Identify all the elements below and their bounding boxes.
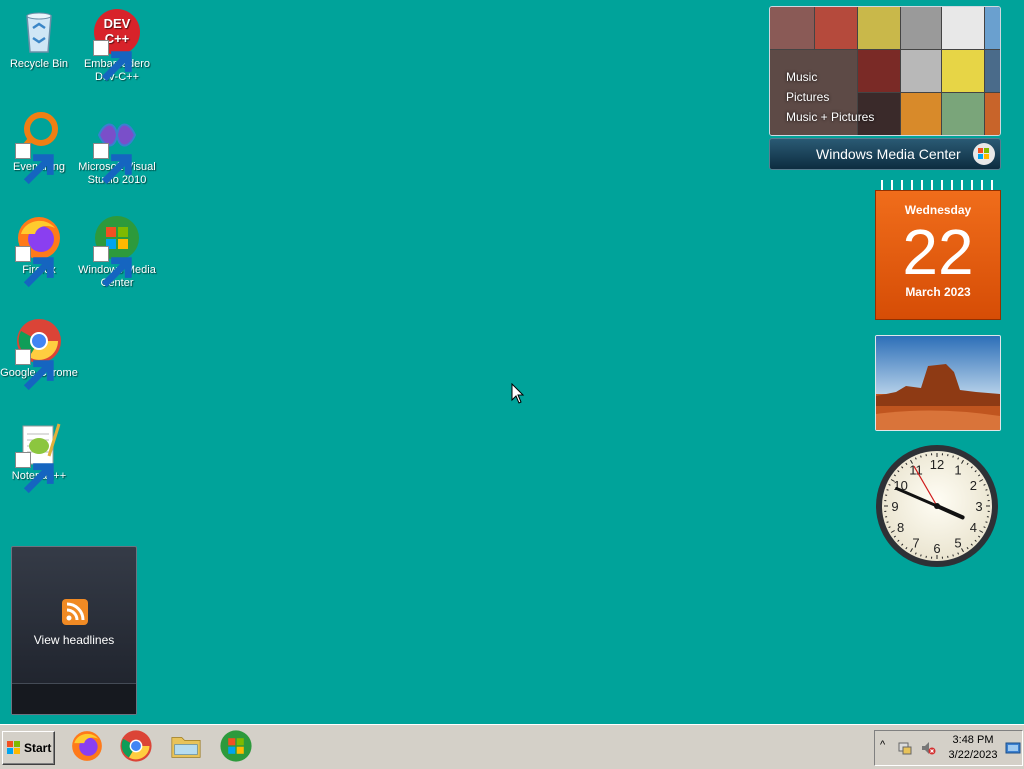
clock-numeral: 7 [912,535,919,550]
desktop-icon-firefox[interactable]: Firefox [0,214,78,277]
clock-numeral: 1 [954,463,961,478]
media-center-title-bar[interactable]: Windows Media Center [769,138,1001,170]
clock-numeral: 5 [954,535,961,550]
network-icon[interactable] [897,740,913,756]
devcpp-icon: DEVC++ [93,8,141,56]
desktop-icon-notepadpp[interactable]: Notepad++ [0,420,78,483]
taskbar-file-explorer-button[interactable] [169,729,205,765]
desktop-icon-recycle-bin[interactable]: Recycle Bin [0,8,78,71]
show-hidden-icons-chevron-icon[interactable]: ^ [880,739,885,751]
system-tray: ^ 3:48 PM 3/22/2023 [874,730,1023,766]
taskbar-firefox-button[interactable] [70,729,106,765]
mouse-cursor-icon [511,383,525,405]
analog-clock: 123456789101112 [875,444,999,568]
firefox-icon [70,729,104,763]
clock-numeral: 9 [891,499,898,514]
desktop-icon-google-chrome[interactable]: Google Chrome [0,317,78,380]
calendar-day: 22 [876,219,1000,285]
svg-text:DEV: DEV [104,16,131,31]
clock-tick [953,456,954,458]
taskbar-time: 3:48 PM [945,733,1001,748]
notepadpp-icon [15,420,63,468]
media-center-gadget[interactable]: Music Pictures Music + Pictures Windows … [769,6,1001,170]
chrome-icon [15,317,63,365]
media-center-menu-music-pictures[interactable]: Music + Pictures [786,107,874,127]
taskbar-date: 3/22/2023 [945,748,1001,763]
media-center-tiles[interactable]: Music Pictures Music + Pictures [769,6,1001,136]
slideshow-image [876,336,1000,430]
clock-numeral: 2 [970,478,977,493]
windows-media-center-icon [219,729,253,763]
taskbar-clock[interactable]: 3:48 PM 3/22/2023 [945,733,1001,763]
clock-tick [986,490,988,491]
clock-numeral: 3 [975,499,982,514]
shortcut-arrow-icon [15,246,31,262]
start-button[interactable]: Start [2,731,55,765]
show-desktop-icon[interactable] [1005,740,1021,756]
desktop-icon-visual-studio[interactable]: Microsoft Visual Studio 2010 [78,111,156,187]
clock-tick [986,522,988,523]
shortcut-arrow-icon [93,246,109,262]
calendar-month: March 2023 [876,285,1000,299]
everything-icon [15,111,63,159]
windows-logo-icon [6,740,22,756]
media-center-title: Windows Media Center [816,146,961,162]
chrome-icon [119,729,153,763]
clock-numeral: 8 [897,520,904,535]
firefox-icon [15,214,63,262]
desktop-icon-devcpp[interactable]: DEVC++ Embarcadero Dev-C++ [78,8,156,84]
shortcut-arrow-icon [15,349,31,365]
taskbar-chrome-button[interactable] [119,729,155,765]
taskbar-windows-media-center-button[interactable] [219,729,255,765]
slideshow-gadget[interactable] [875,335,1001,431]
shortcut-arrow-icon [15,143,31,159]
start-label: Start [24,741,51,755]
desktop-icon-everything[interactable]: Everything [0,111,78,174]
calendar-gadget[interactable]: Wednesday 22 March 2023 [875,180,999,320]
clock-tick [921,456,922,458]
media-center-menu-music[interactable]: Music [786,67,874,87]
shortcut-arrow-icon [93,40,109,56]
desktop-icon-label: Recycle Bin [0,58,78,71]
shortcut-arrow-icon [15,452,31,468]
feed-headlines-gadget[interactable]: View headlines [11,546,137,715]
clock-tick [953,555,954,557]
recycle-bin-icon [15,8,63,56]
windows-media-center-icon [93,214,141,262]
desktop-icon-windows-media-center[interactable]: Windows Media Center [78,214,156,290]
windows-logo-icon [972,142,996,166]
clock-tick [887,490,889,491]
calendar-weekday: Wednesday [876,203,1000,217]
feed-footer [12,683,136,714]
shortcut-arrow-icon [93,143,109,159]
media-center-menu-pictures[interactable]: Pictures [786,87,874,107]
clock-tick [887,522,889,523]
clock-numeral: 12 [930,457,944,472]
clock-gadget[interactable]: 123456789101112 [875,444,999,568]
rss-icon [62,599,88,625]
taskbar: Start ^ 3:48 PM 3/22/2023 [0,724,1024,769]
clock-numeral: 4 [970,520,977,535]
visual-studio-icon [93,111,141,159]
volume-muted-icon[interactable] [920,740,936,756]
clock-numeral: 6 [933,541,940,556]
clock-tick [921,555,922,557]
calendar-page: Wednesday 22 March 2023 [875,190,1001,320]
view-headlines-link[interactable]: View headlines [12,633,136,647]
file-explorer-icon [169,729,203,763]
